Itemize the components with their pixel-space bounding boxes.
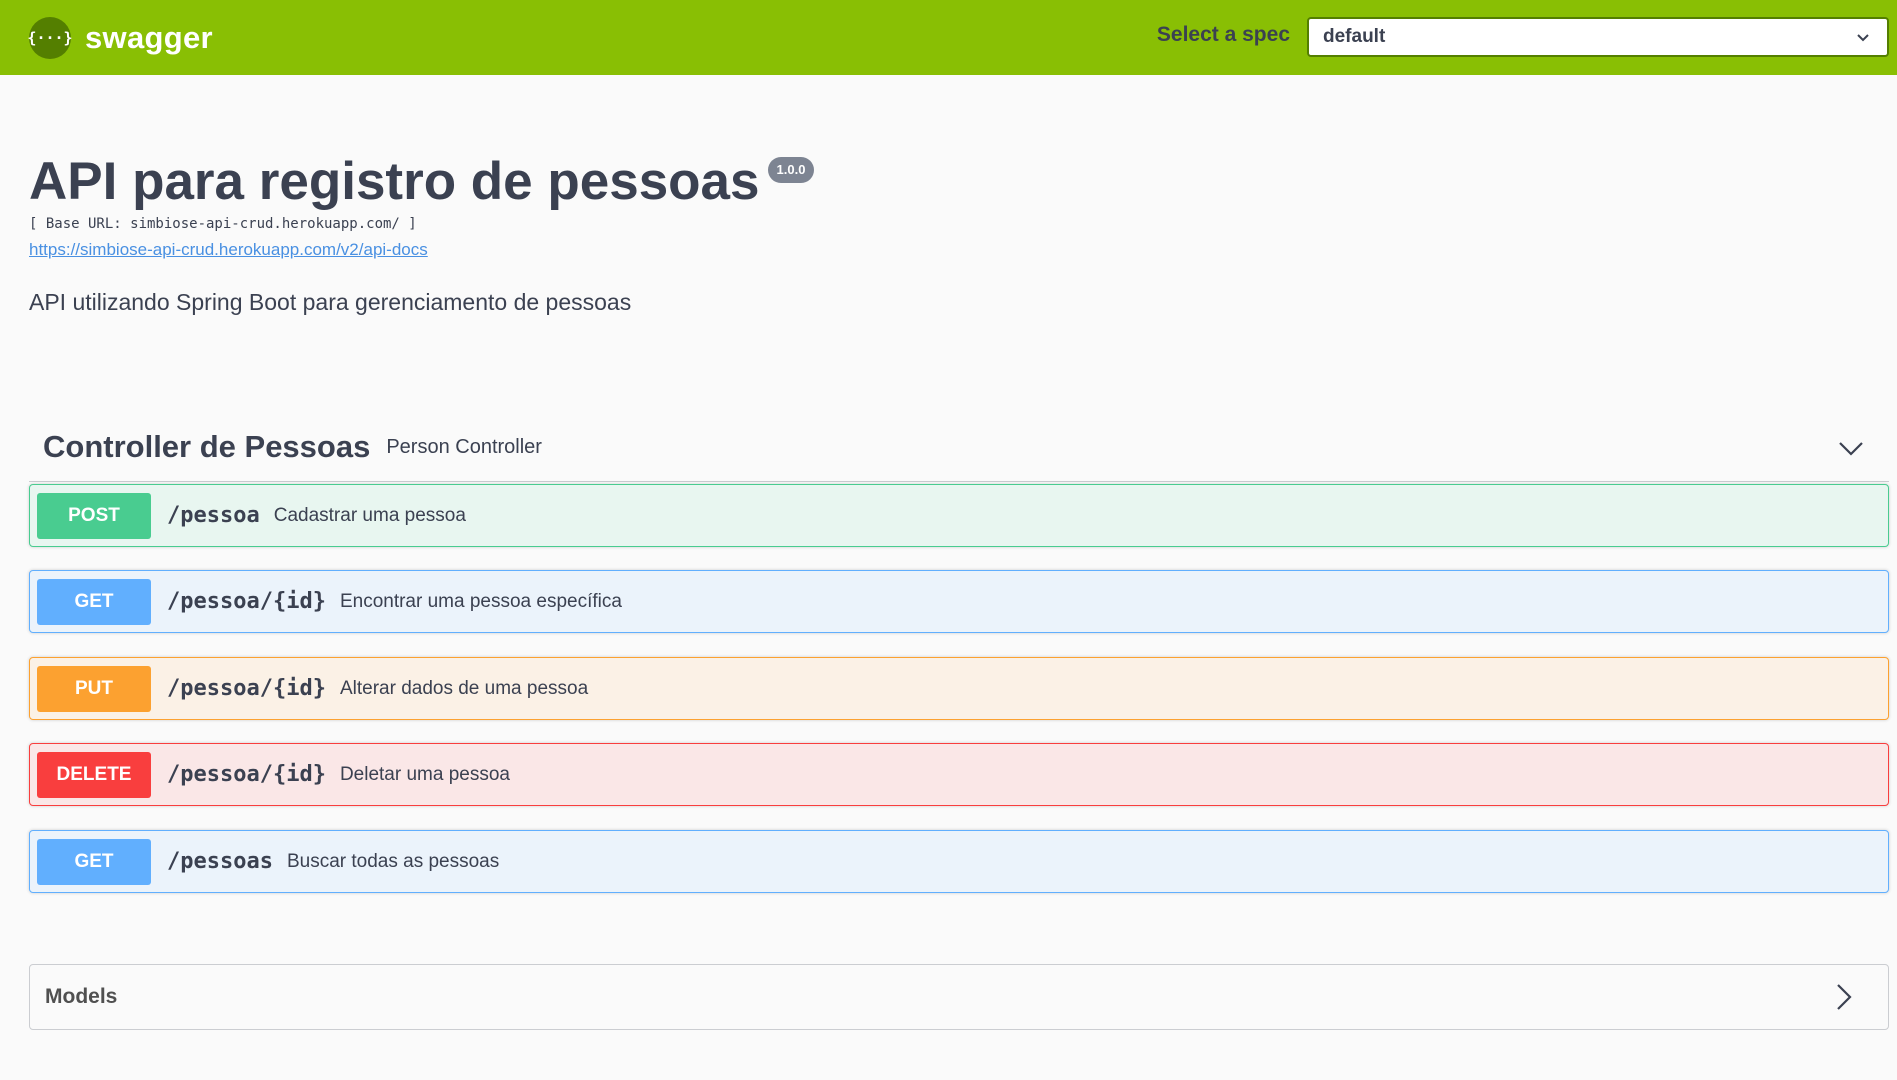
operation-path: /pessoa/{id} [167,762,326,787]
operation-delete-pessoa-id[interactable]: DELETE /pessoa/{id} Deletar uma pessoa [29,743,1889,806]
operation-summary: Alterar dados de uma pessoa [339,677,589,699]
method-badge: GET [37,578,151,625]
tag-description: Person Controller [386,436,542,458]
operation-path: /pessoa [167,503,260,528]
models-title: Models [45,985,118,1008]
chevron-down-icon [1857,34,1869,42]
api-title: API para registro de pessoas [29,152,760,211]
operation-get-pessoas[interactable]: GET /pessoas Buscar todas as pessoas [29,830,1889,893]
method-badge: PUT [37,665,151,712]
title-row: API para registro de pessoas 1.0.0 [29,150,1889,214]
operation-summary: Cadastrar uma pessoa [273,504,466,526]
tag-header-controller-de-pessoas[interactable]: Controller de Pessoas Person Controller [29,412,1889,482]
models-section[interactable]: Models [29,964,1889,1030]
tag-name: Controller de Pessoas [43,428,371,464]
chevron-right-icon[interactable] [1828,982,1858,1012]
operation-summary: Deletar uma pessoa [339,763,510,785]
logo-text: swagger [85,20,213,55]
method-badge: POST [37,492,151,539]
api-info: API para registro de pessoas 1.0.0 [ Bas… [29,150,1889,316]
operation-path: /pessoa/{id} [167,589,326,614]
swagger-logo-icon: {···} [27,17,73,59]
topbar: {···} swagger Select a spec default [0,0,1897,75]
operation-post-pessoa[interactable]: POST /pessoa Cadastrar uma pessoa [29,484,1889,547]
spec-select-value: default [1323,26,1386,47]
chevron-down-icon[interactable] [1837,434,1865,462]
operation-put-pessoa-id[interactable]: PUT /pessoa/{id} Alterar dados de uma pe… [29,657,1889,720]
method-badge: DELETE [37,751,151,798]
operation-summary: Buscar todas as pessoas [286,850,500,872]
base-url: [ Base URL: simbiose-api-crud.herokuapp.… [29,216,417,232]
api-description: API utilizando Spring Boot para gerencia… [29,289,632,315]
operation-path: /pessoa/{id} [167,676,326,701]
operation-path: /pessoas [167,849,273,874]
version-badge: 1.0.0 [767,157,815,183]
api-docs-link[interactable]: https://simbiose-api-crud.herokuapp.com/… [29,240,428,260]
method-badge: GET [37,838,151,885]
select-spec-label: Select a spec [1156,23,1290,46]
spec-select[interactable]: default [1307,17,1889,57]
swagger-logo[interactable]: {···} swagger [27,17,213,59]
logo-glyph: {···} [27,29,73,47]
operation-get-pessoa-id[interactable]: GET /pessoa/{id} Encontrar uma pessoa es… [29,570,1889,633]
operation-summary: Encontrar uma pessoa específica [339,590,622,612]
